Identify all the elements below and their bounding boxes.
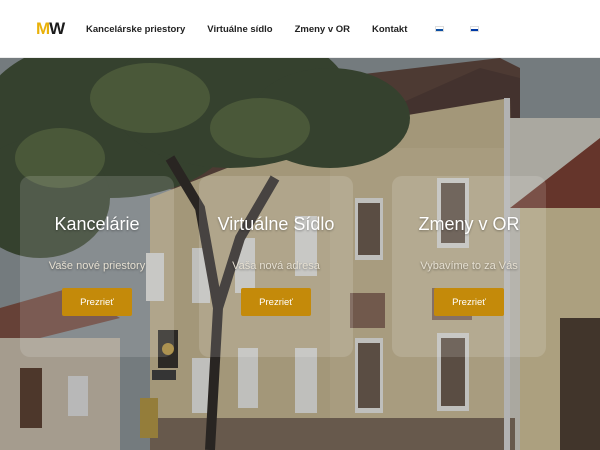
hero-section: Kancelárie Vaše nové priestory Prezrieť … xyxy=(0,58,600,450)
card-title: Virtuálne Sídlo xyxy=(217,214,335,234)
russian-flag-icon[interactable] xyxy=(470,26,480,32)
card-kancelarie: Kancelárie Vaše nové priestory Prezrieť xyxy=(20,176,174,357)
nav-item-virtualne-sidlo[interactable]: Virtuálne sídlo xyxy=(207,24,272,35)
card-subtitle: Vybavíme to za Vás xyxy=(420,260,518,272)
slovak-flag-icon[interactable] xyxy=(435,26,445,32)
logo-m: M xyxy=(36,19,50,38)
site-header: M W Kancelárske priestory Virtuálne sídl… xyxy=(0,0,600,58)
card-subtitle: Vaša nová adresa xyxy=(232,260,320,272)
card-virtualne-sidlo: Virtuálne Sídlo Vaša nová adresa Prezrie… xyxy=(199,176,353,357)
nav-item-kancelarske-priestory[interactable]: Kancelárske priestory xyxy=(86,24,185,35)
card-subtitle: Vaše nové priestory xyxy=(48,260,146,272)
prezriet-button-virtualne-sidlo[interactable]: Prezrieť xyxy=(241,288,311,316)
nav-item-kontakt[interactable]: Kontakt xyxy=(372,24,407,35)
site-logo[interactable]: M W xyxy=(36,19,65,39)
nav-item-zmeny-v-or[interactable]: Zmeny v OR xyxy=(295,24,350,35)
card-zmeny-v-or: Zmeny v OR Vybavíme to za Vás Prezrieť xyxy=(392,176,546,357)
prezriet-button-kancelarie[interactable]: Prezrieť xyxy=(62,288,132,316)
card-title: Kancelárie xyxy=(54,214,140,234)
card-title: Zmeny v OR xyxy=(418,214,520,234)
main-nav: Kancelárske priestory Virtuálne sídlo Zm… xyxy=(86,0,505,58)
prezriet-button-zmeny-v-or[interactable]: Prezrieť xyxy=(434,288,504,316)
logo-w: W xyxy=(49,19,65,38)
